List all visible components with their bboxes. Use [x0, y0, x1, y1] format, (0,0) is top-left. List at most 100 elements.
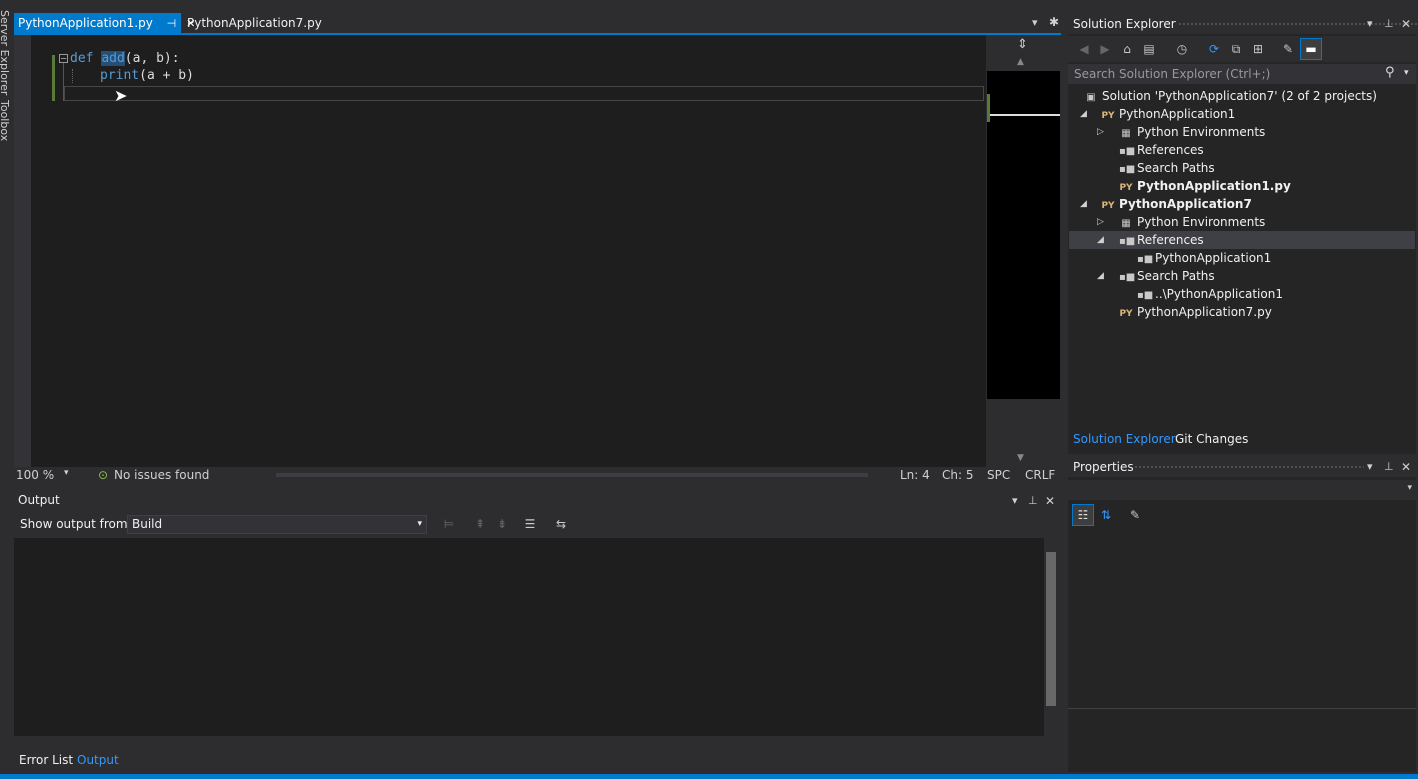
- preview-selected-icon[interactable]: ▬: [1300, 38, 1322, 60]
- search-options-icon[interactable]: ▾: [1404, 68, 1409, 78]
- properties-title: Properties: [1073, 460, 1134, 474]
- home-icon[interactable]: ⌂: [1119, 41, 1135, 57]
- expanded-arrow-icon[interactable]: ◢: [1097, 271, 1104, 281]
- tree-label: Solution 'PythonApplication7' (2 of 2 pr…: [1102, 89, 1377, 103]
- tree-item-reference-project[interactable]: ▪■ PythonApplication1: [1137, 249, 1271, 267]
- next-message-icon[interactable]: ⇟: [494, 516, 510, 532]
- tree-item-python-environments[interactable]: ▦ Python Environments: [1119, 123, 1265, 141]
- pending-changes-icon[interactable]: ◷: [1174, 41, 1190, 57]
- find-message-icon[interactable]: ⊨: [441, 516, 457, 532]
- zoom-dropdown-icon[interactable]: ▾: [64, 468, 69, 478]
- pin-icon[interactable]: ⊥: [1384, 460, 1394, 473]
- tree-item-project-1[interactable]: PY PythonApplication1: [1101, 105, 1235, 123]
- panel-dropdown-icon[interactable]: ▾: [1367, 460, 1373, 473]
- tab-dropdown-icon[interactable]: ▾: [1032, 16, 1038, 29]
- tree-label: References: [1137, 143, 1204, 157]
- switch-views-icon[interactable]: ▤: [1141, 41, 1157, 57]
- output-source-select[interactable]: Build ▾: [127, 515, 427, 534]
- tree-item-solution[interactable]: ▣ Solution 'PythonApplication7' (2 of 2 p…: [1084, 87, 1377, 105]
- property-pages-icon[interactable]: ✎: [1127, 507, 1143, 523]
- tab-pythonapplication1[interactable]: PythonApplication1.py ⊣ ✕: [14, 13, 195, 34]
- collapse-icon[interactable]: −: [59, 54, 68, 63]
- split-icon[interactable]: ⇕: [1017, 37, 1028, 52]
- tab-git-changes[interactable]: Git Changes: [1175, 432, 1248, 446]
- search-icon[interactable]: ⚲: [1385, 65, 1395, 80]
- code-line-1: def add(a, b):: [70, 50, 180, 67]
- tab-output[interactable]: Output: [77, 753, 119, 767]
- tree-item-references-selected[interactable]: ▪■ References: [1119, 231, 1204, 249]
- close-icon[interactable]: ✕: [1401, 460, 1411, 474]
- expanded-arrow-icon[interactable]: ◢: [1080, 199, 1087, 209]
- scroll-down-icon[interactable]: ▼: [1017, 453, 1024, 463]
- scroll-thumb[interactable]: [1046, 552, 1056, 706]
- tree-item-search-paths[interactable]: ▪■ Search Paths: [1119, 159, 1215, 177]
- tab-pythonapplication7[interactable]: PythonApplication7.py: [183, 13, 323, 33]
- tab-solution-explorer[interactable]: Solution Explorer: [1073, 432, 1176, 446]
- collapsed-arrow-icon[interactable]: ▷: [1097, 127, 1104, 137]
- expanded-arrow-icon[interactable]: ◢: [1097, 235, 1104, 245]
- tree-label: References: [1137, 233, 1204, 247]
- output-vertical-scrollbar[interactable]: [1044, 538, 1061, 736]
- current-line-highlight: [64, 86, 984, 101]
- forward-icon[interactable]: ▶: [1097, 41, 1113, 57]
- collapsed-arrow-icon[interactable]: ▷: [1097, 217, 1104, 227]
- tree-item-search-paths[interactable]: ▪■ Search Paths: [1119, 267, 1215, 285]
- collapse-all-icon[interactable]: ⧉: [1228, 41, 1244, 57]
- pin-icon[interactable]: ⊣: [167, 14, 177, 34]
- tab-error-list[interactable]: Error List: [19, 753, 73, 767]
- toolbox-side-tab[interactable]: Toolbox: [0, 100, 11, 141]
- horizontal-scrollbar[interactable]: [276, 473, 868, 477]
- sync-icon[interactable]: ⟳: [1206, 41, 1222, 57]
- solution-icon: ▣: [1086, 92, 1096, 103]
- close-icon[interactable]: ✕: [1401, 17, 1411, 31]
- mouse-cursor-icon: ➤: [114, 86, 128, 105]
- alphabetical-icon[interactable]: ⇅: [1098, 507, 1114, 523]
- gear-icon[interactable]: ✱: [1049, 15, 1059, 29]
- categorized-icon[interactable]: ☷: [1072, 504, 1094, 526]
- tab-label: PythonApplication7.py: [187, 16, 322, 30]
- title-grip: [1134, 465, 1364, 470]
- tree-label: PythonApplication1: [1155, 251, 1272, 265]
- panel-dropdown-icon[interactable]: ▾: [1012, 494, 1018, 507]
- pin-icon[interactable]: ⊥: [1028, 494, 1038, 507]
- code-line-2: print(a + b): [100, 67, 194, 84]
- tree-item-search-path[interactable]: ▪■ ..\PythonApplication1: [1137, 285, 1283, 303]
- left-side-strip: Server Explorer Toolbox: [0, 0, 14, 779]
- whitespace-mode[interactable]: SPC: [987, 468, 1010, 482]
- panel-dropdown-icon[interactable]: ▾: [1367, 17, 1373, 30]
- show-all-files-icon[interactable]: ⊞: [1250, 41, 1266, 57]
- python-project-icon: PY: [1101, 201, 1115, 211]
- properties-wrench-icon[interactable]: ✎: [1280, 41, 1296, 57]
- tree-label: ..\PythonApplication1: [1155, 287, 1283, 301]
- solution-explorer-titlebar: Solution Explorer ▾ ⊥ ✕: [1068, 14, 1418, 34]
- zoom-level[interactable]: 100 %: [16, 468, 54, 482]
- tree-item-file-7[interactable]: PY PythonApplication7.py: [1119, 303, 1271, 321]
- word-wrap-icon[interactable]: ⇆: [553, 516, 569, 532]
- pin-icon[interactable]: ⊥: [1384, 17, 1394, 30]
- close-icon[interactable]: ✕: [1045, 494, 1055, 508]
- python-file-icon: PY: [1119, 309, 1133, 319]
- issues-status[interactable]: No issues found: [114, 468, 209, 482]
- keyword-def: def: [70, 51, 94, 66]
- output-text-area[interactable]: [14, 538, 1044, 736]
- output-horizontal-scrollbar[interactable]: [14, 736, 1044, 750]
- previous-message-icon[interactable]: ⇞: [472, 516, 488, 532]
- solution-search-input[interactable]: Search Solution Explorer (Ctrl+;): [1068, 64, 1416, 84]
- code-minimap[interactable]: [987, 71, 1060, 399]
- tree-item-python-environments[interactable]: ▦ Python Environments: [1119, 213, 1265, 231]
- search-paths-icon: ▪■: [1119, 272, 1136, 283]
- tree-label: PythonApplication1: [1119, 107, 1236, 121]
- tree-label: Python Environments: [1137, 125, 1266, 139]
- back-icon[interactable]: ◀: [1076, 41, 1092, 57]
- properties-object-select[interactable]: ▾: [1068, 480, 1416, 500]
- tree-item-references[interactable]: ▪■ References: [1119, 141, 1204, 159]
- tree-item-project-7[interactable]: PY PythonApplication7: [1101, 195, 1251, 213]
- scroll-up-icon[interactable]: ▲: [1017, 57, 1024, 67]
- check-circle-icon: ⊙: [98, 468, 109, 482]
- tree-item-file-1[interactable]: PY PythonApplication1.py: [1119, 177, 1290, 195]
- code-editor[interactable]: − def add(a, b): print(a + b) ➤: [14, 35, 986, 467]
- server-explorer-side-tab[interactable]: Server Explorer: [0, 10, 11, 95]
- expanded-arrow-icon[interactable]: ◢: [1080, 109, 1087, 119]
- clear-all-icon[interactable]: ☰: [522, 516, 538, 532]
- line-ending[interactable]: CRLF: [1025, 468, 1055, 482]
